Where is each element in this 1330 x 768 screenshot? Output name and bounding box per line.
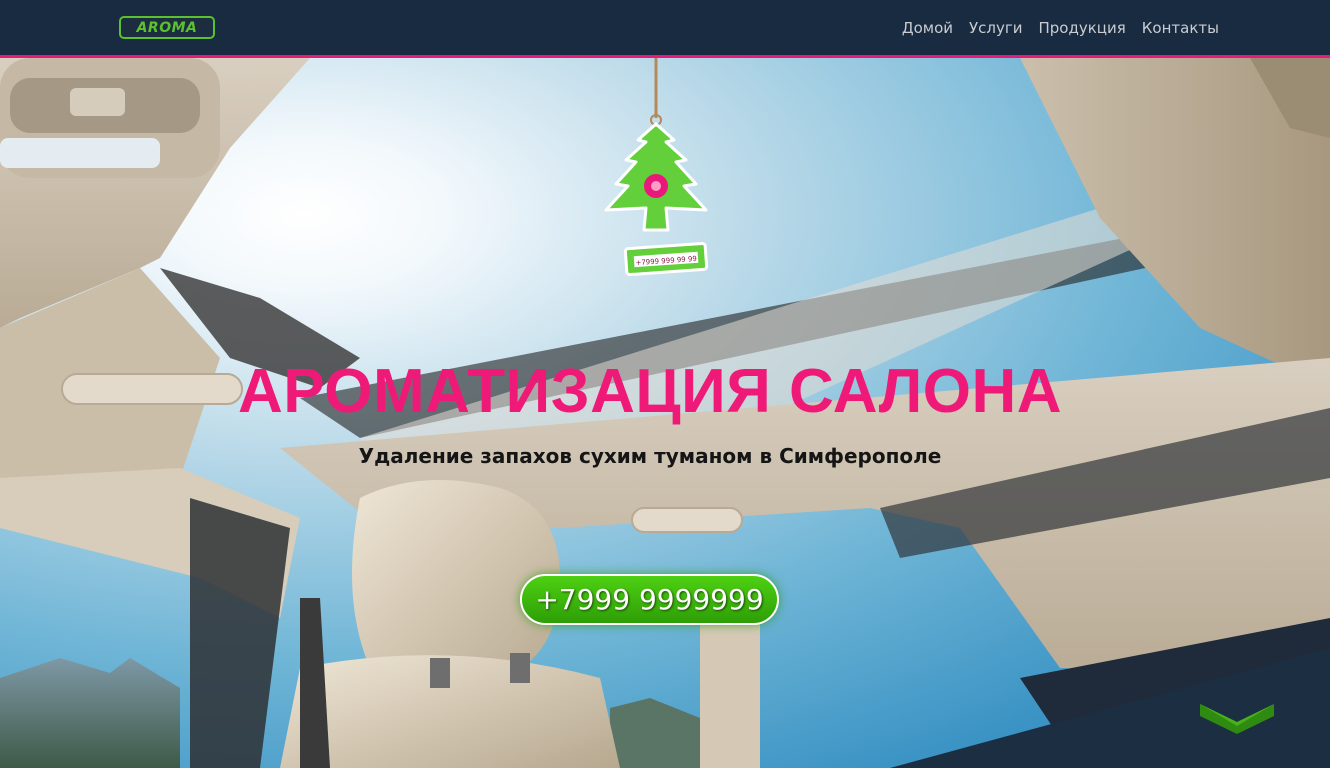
logo-text: AROMA <box>136 19 198 36</box>
chevron-down-icon[interactable] <box>1200 704 1274 734</box>
air-freshener-image: +7999 999 99 99 <box>604 58 709 277</box>
logo[interactable]: AROMA <box>119 16 215 39</box>
nav-link-services[interactable]: Услуги <box>969 19 1022 37</box>
hero-section: +7999 999 99 99 АРОМАТИЗАЦИЯ САЛОНА Удал… <box>0 58 1330 768</box>
phone-call-label: +7999 9999999 <box>535 583 764 616</box>
flower-icon <box>644 174 668 198</box>
navbar: AROMA Домой Услуги Продукция Контакты <box>0 0 1330 58</box>
phone-call-button[interactable]: +7999 9999999 <box>520 574 779 625</box>
nav-link-home[interactable]: Домой <box>902 19 953 37</box>
nav-menu: Домой Услуги Продукция Контакты <box>902 19 1219 37</box>
nav-link-contacts[interactable]: Контакты <box>1142 19 1219 37</box>
hero-subtitle: Удаление запахов сухим туманом в Симферо… <box>358 444 942 468</box>
hero-title: АРОМАТИЗАЦИЯ САЛОНА <box>237 357 1063 426</box>
nav-link-products[interactable]: Продукция <box>1039 19 1126 37</box>
